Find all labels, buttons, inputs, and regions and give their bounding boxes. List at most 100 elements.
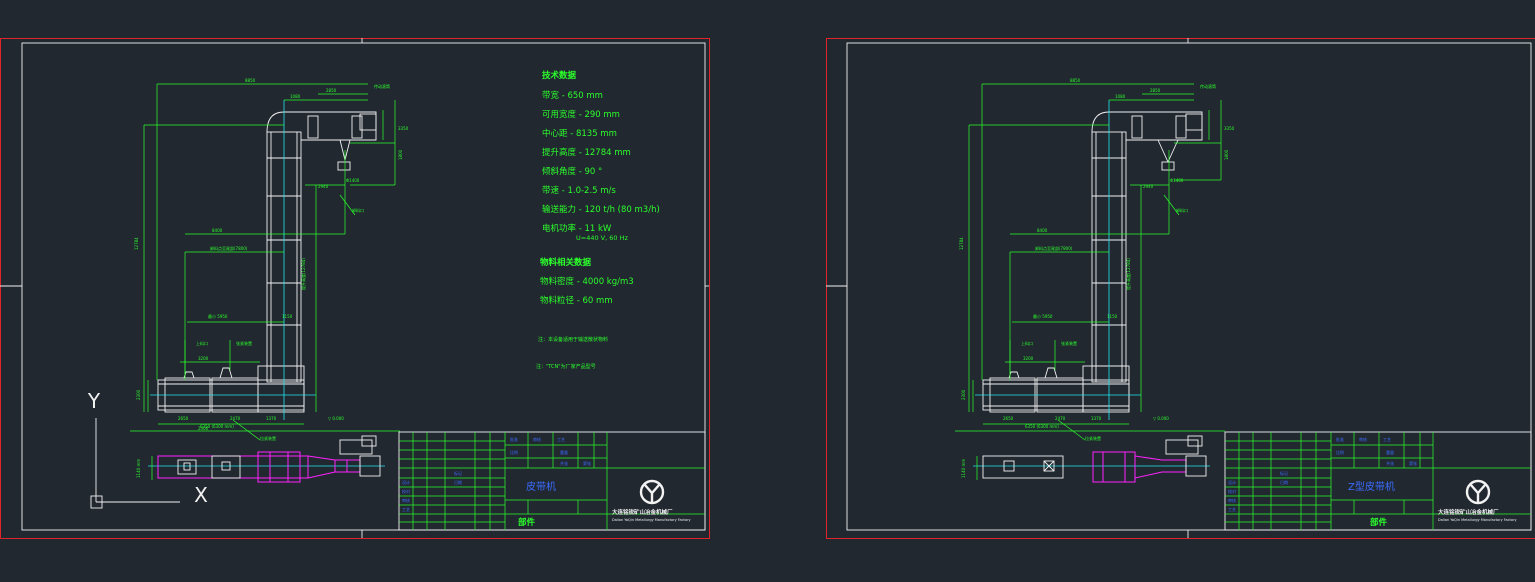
- title-block: 批准审核工艺 比例重量 共张第张 标记设计日期 校对审核工艺 皮带机 部件 大连…: [399, 432, 705, 530]
- ucs-x-label: X: [194, 483, 208, 507]
- svg-text:工艺: 工艺: [1383, 437, 1391, 442]
- sheet2-title: Z型皮带机: [1348, 480, 1395, 493]
- svg-text:8850: 8850: [245, 78, 256, 83]
- svg-text:第张: 第张: [1409, 460, 1417, 466]
- svg-text:共张: 共张: [1386, 460, 1394, 466]
- drawing-sheet-2[interactable]: 8850 2850 1080 传动滚筒 12784 8400 卸料点至尾部(78…: [826, 38, 1535, 539]
- svg-text:审核: 审核: [402, 497, 410, 503]
- cad-model-viewport[interactable]: 8850 2850 1080 传动滚筒 12784 8400 卸料点至尾部(78…: [0, 0, 1535, 578]
- svg-text:6350 (6300 mm): 6350 (6300 mm): [1025, 424, 1059, 429]
- svg-text:比例: 比例: [1336, 449, 1344, 455]
- svg-text:工艺: 工艺: [557, 437, 565, 442]
- svg-text:日期: 日期: [1280, 479, 1288, 485]
- svg-text:设计: 设计: [402, 479, 410, 485]
- svg-text:▽ 0.000: ▽ 0.000: [1153, 416, 1169, 421]
- company-logo-icon: [1467, 481, 1489, 503]
- svg-text:6350 (6300 mm): 6350 (6300 mm): [200, 424, 234, 429]
- svg-text:1370: 1370: [266, 416, 277, 421]
- svg-text:1080: 1080: [1115, 94, 1126, 99]
- svg-text:8850: 8850: [1070, 78, 1081, 83]
- svg-text:3350: 3350: [1224, 126, 1235, 131]
- svg-text:第张: 第张: [583, 460, 591, 466]
- material-heading: 物料相关数据: [540, 257, 592, 268]
- svg-text:电机功率 - 11 kW: 电机功率 - 11 kW: [542, 223, 612, 234]
- sheet1-company-en: Dalian YaQin Metallurgy Manufactory Fact…: [612, 518, 691, 522]
- svg-text:张紧装置: 张紧装置: [1061, 340, 1077, 346]
- svg-text:日期: 日期: [454, 479, 462, 485]
- svg-text:提升高度(12784): 提升高度(12784): [300, 258, 306, 290]
- svg-text:▽ 0.000: ▽ 0.000: [328, 416, 344, 421]
- svg-text:2470: 2470: [1055, 416, 1066, 421]
- svg-text:设计: 设计: [1228, 479, 1236, 485]
- svg-text:重量: 重量: [560, 449, 568, 455]
- svg-text:最小 5950: 最小 5950: [208, 313, 228, 319]
- sheet2-company: 大连铭锐矿山冶金机械厂: [1438, 508, 1499, 516]
- svg-text:1080: 1080: [290, 94, 301, 99]
- sheet-outer-border: [827, 39, 1535, 539]
- svg-text:可用宽度 - 290 mm: 可用宽度 - 290 mm: [542, 109, 620, 120]
- sheet1-title: 皮带机: [526, 480, 556, 493]
- plan-view: 1140 mm: [136, 436, 385, 482]
- sheet1-company: 大连铭锐矿山冶金机械厂: [612, 508, 673, 516]
- svg-text:审核: 审核: [1359, 436, 1367, 442]
- svg-text:3200: 3200: [1023, 356, 1034, 361]
- svg-text:1150: 1150: [282, 314, 293, 319]
- svg-text:1150: 1150: [1107, 314, 1118, 319]
- svg-text:上料口: 上料口: [1021, 340, 1033, 346]
- svg-text:1140 mm: 1140 mm: [961, 459, 966, 478]
- svg-text:最小 5950: 最小 5950: [1033, 313, 1053, 319]
- svg-text:8400: 8400: [212, 228, 223, 233]
- svg-text:共张: 共张: [560, 460, 568, 466]
- svg-text:注：本设备适用于输送散状物料: 注：本设备适用于输送散状物料: [538, 336, 608, 343]
- sheet-inner-frame: [847, 43, 1531, 530]
- elevation-view: [975, 100, 1202, 420]
- svg-text:拉紧装置: 拉紧装置: [1085, 435, 1101, 441]
- svg-text:卸料口: 卸料口: [352, 207, 364, 213]
- svg-text:2300: 2300: [961, 389, 966, 400]
- svg-text:12784: 12784: [959, 237, 964, 250]
- company-logo-icon: [641, 481, 663, 503]
- svg-text:上料口: 上料口: [196, 340, 208, 346]
- svg-text:物料粒径 - 60 mm: 物料粒径 - 60 mm: [540, 295, 613, 306]
- title-block: 批准审核工艺 比例重量 共张第张 标记设计日期 校对审核工艺 Z型皮带机 部件 …: [1225, 432, 1531, 530]
- drawing-sheet-1[interactable]: 8850 2850 1080 传动滚筒 12784 8400 卸料点至尾部(78…: [0, 38, 710, 539]
- svg-text:校对: 校对: [1228, 488, 1236, 494]
- svg-text:2300: 2300: [136, 389, 141, 400]
- svg-text:卸料点至尾部(7800): 卸料点至尾部(7800): [210, 245, 248, 251]
- svg-text:2940: 2940: [318, 184, 329, 189]
- svg-text:倾斜角度 - 90 °: 倾斜角度 - 90 °: [542, 166, 602, 177]
- svg-text:带速 - 1.0-2.5 m/s: 带速 - 1.0-2.5 m/s: [542, 186, 616, 196]
- svg-text:比例: 比例: [510, 449, 518, 455]
- svg-text:拉紧装置: 拉紧装置: [260, 435, 276, 441]
- ucs-y-label: Y: [87, 389, 101, 413]
- sheet2-subtitle: 部件: [1370, 517, 1388, 528]
- svg-text:12784: 12784: [134, 237, 139, 250]
- dimension-lines: [955, 84, 1225, 440]
- svg-text:U=440 V, 60 Hz: U=440 V, 60 Hz: [576, 234, 628, 242]
- svg-text:张紧装置: 张紧装置: [236, 340, 252, 346]
- sheet1-subtitle: 部件: [518, 517, 536, 528]
- tech-heading: 技术数据: [542, 70, 577, 81]
- svg-text:审核: 审核: [533, 436, 541, 442]
- svg-text:1800: 1800: [398, 149, 403, 160]
- svg-text:卸料点至尾部(7800): 卸料点至尾部(7800): [1035, 245, 1073, 251]
- ucs-icon: Y X: [87, 389, 208, 508]
- svg-text:工艺: 工艺: [402, 507, 410, 512]
- svg-text:批准: 批准: [1336, 436, 1344, 442]
- svg-text:校对: 校对: [402, 488, 410, 494]
- svg-text:注："TCN"为厂家产品型号: 注："TCN"为厂家产品型号: [536, 363, 596, 370]
- svg-text:提升高度(12784): 提升高度(12784): [1125, 258, 1131, 290]
- svg-text:3200: 3200: [198, 356, 209, 361]
- svg-text:中心距 - 8135 mm: 中心距 - 8135 mm: [542, 128, 617, 139]
- svg-text:8400: 8400: [1037, 228, 1048, 233]
- svg-text:传动滚筒: 传动滚筒: [1200, 83, 1216, 89]
- svg-text:1800: 1800: [1224, 149, 1229, 160]
- svg-text:2470: 2470: [230, 416, 241, 421]
- svg-text:工艺: 工艺: [1228, 507, 1236, 512]
- svg-text:3350: 3350: [398, 126, 409, 131]
- dimension-lines: [130, 84, 400, 440]
- svg-text:1140 mm: 1140 mm: [136, 459, 141, 478]
- svg-text:批准: 批准: [510, 436, 518, 442]
- svg-text:卸料口: 卸料口: [1176, 207, 1188, 213]
- svg-text:2850: 2850: [1150, 88, 1161, 93]
